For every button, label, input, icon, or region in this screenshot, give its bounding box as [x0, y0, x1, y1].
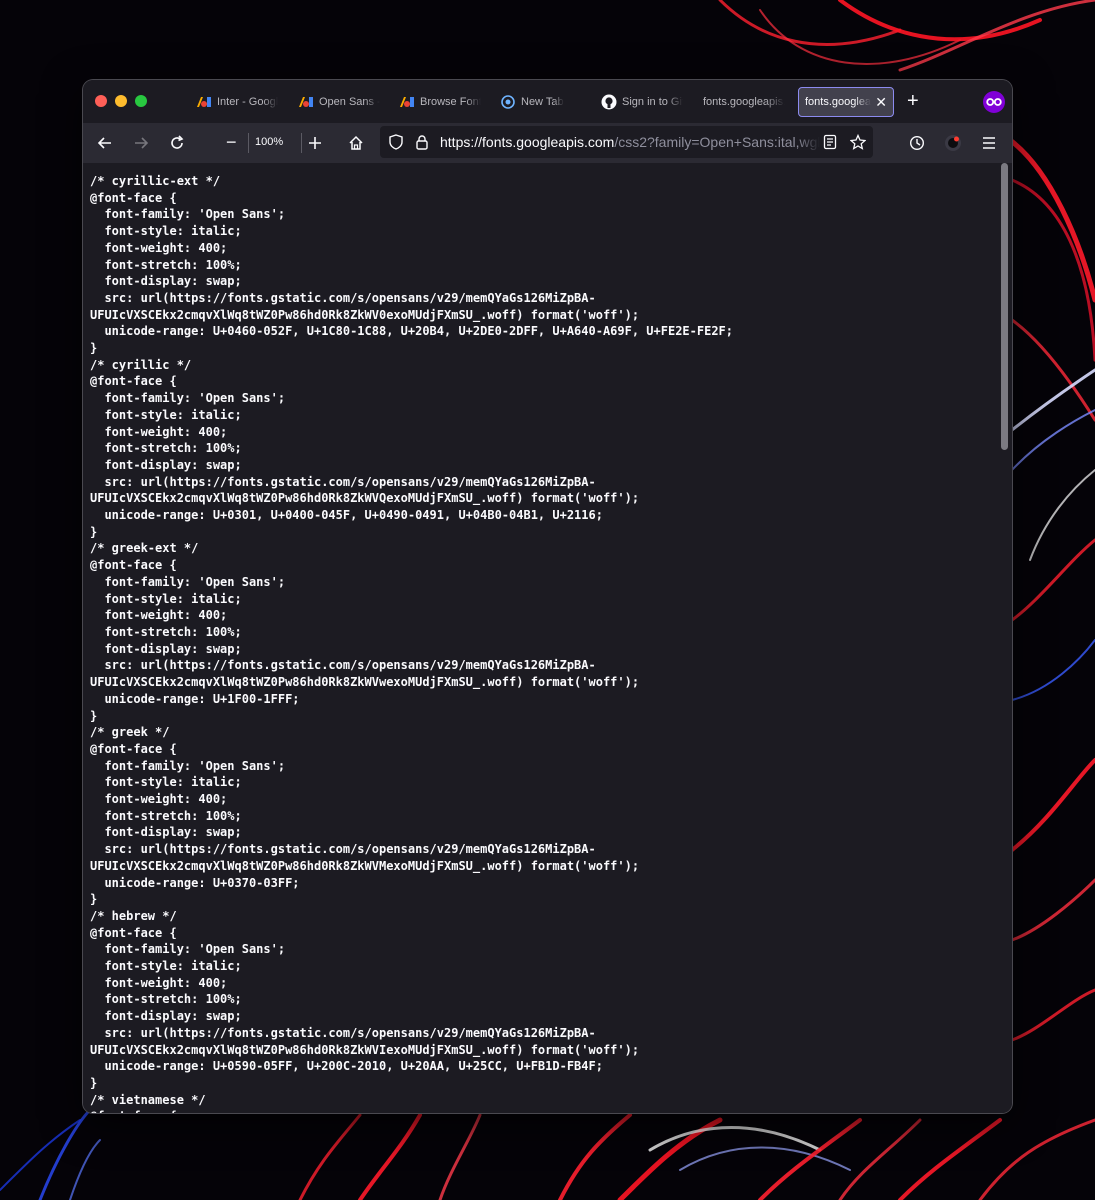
tab-new-tab[interactable]: New Tab	[500, 87, 582, 117]
tab-inter-google-fonts[interactable]: Inter - Google Fonts	[196, 87, 278, 117]
address-bar[interactable]: https://fonts.googleapis.com/css2?family…	[380, 126, 873, 158]
lock-icon[interactable]	[410, 130, 434, 154]
bookmark-star-icon[interactable]	[846, 130, 870, 154]
zoom-out-button[interactable]: −	[226, 132, 237, 153]
minimize-window-button[interactable]	[115, 95, 127, 107]
back-arrow-icon[interactable]	[93, 131, 117, 155]
google-fonts-icon	[196, 94, 212, 110]
url-host: https://fonts.googleapis.com	[440, 134, 615, 150]
firefox-icon	[500, 94, 516, 110]
tab-browse-fonts[interactable]: Browse Fonts - Google Fonts	[399, 87, 481, 117]
reload-icon[interactable]	[165, 131, 189, 155]
tab-label: Open Sans - Google Fonts	[319, 96, 380, 108]
page-content: /* cyrillic-ext */ @font-face { font-fam…	[83, 163, 997, 1113]
zoom-separator	[301, 133, 302, 153]
zoom-separator	[248, 133, 249, 153]
tab-label: Browse Fonts - Google Fonts	[420, 96, 481, 108]
zoom-level[interactable]: 100%	[255, 136, 283, 148]
css-source-text: /* cyrillic-ext */ @font-face { font-fam…	[90, 174, 733, 1113]
extension-icon[interactable]	[941, 131, 965, 155]
menu-hamburger-icon[interactable]	[977, 131, 1001, 155]
tab-label: fonts.googleapis.com	[805, 96, 872, 108]
tab-strip: Inter - Google Fonts Open Sans - Google …	[83, 80, 1012, 123]
tab-fonts-googleapis[interactable]: fonts.googleapis.com	[703, 87, 785, 117]
tab-fonts-googleapis-active[interactable]: fonts.googleapis.com ✕	[798, 87, 894, 117]
tab-label: fonts.googleapis.com	[703, 96, 785, 108]
github-icon	[601, 94, 617, 110]
forward-arrow-icon[interactable]	[129, 131, 153, 155]
home-icon[interactable]	[344, 131, 368, 155]
zoom-in-button[interactable]	[303, 131, 327, 155]
reader-view-icon[interactable]	[818, 130, 842, 154]
browser-window: Inter - Google Fonts Open Sans - Google …	[83, 80, 1012, 1113]
tab-sign-in-github[interactable]: Sign in to GitHub	[601, 87, 683, 117]
tab-label: Inter - Google Fonts	[217, 96, 278, 108]
url-text[interactable]: https://fonts.googleapis.com/css2?family…	[440, 134, 820, 150]
close-tab-icon[interactable]: ✕	[875, 94, 887, 111]
private-browsing-icon	[983, 91, 1005, 113]
tab-open-sans-google-fonts[interactable]: Open Sans - Google Fonts	[298, 87, 380, 117]
tab-label: Sign in to GitHub	[622, 96, 683, 108]
history-clock-icon[interactable]	[905, 131, 929, 155]
tracking-protection-shield-icon[interactable]	[384, 130, 408, 154]
google-fonts-icon	[298, 94, 314, 110]
scrollbar-thumb[interactable]	[1001, 163, 1008, 450]
tab-label: New Tab	[521, 96, 564, 108]
navigation-toolbar: − 100% https://fonts.googleapis.com/css2…	[83, 123, 1012, 163]
close-window-button[interactable]	[95, 95, 107, 107]
google-fonts-icon	[399, 94, 415, 110]
url-path: /css2?family=Open+Sans:ital,wght@1,400&d…	[614, 134, 820, 150]
zoom-window-button[interactable]	[135, 95, 147, 107]
new-tab-button[interactable]: +	[907, 91, 919, 111]
